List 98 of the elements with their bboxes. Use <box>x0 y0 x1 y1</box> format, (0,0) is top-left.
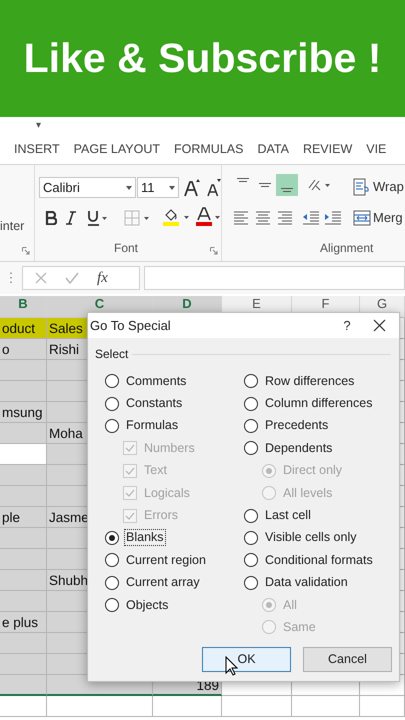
table-cell <box>0 381 47 402</box>
shrink-font-icon[interactable] <box>205 178 221 198</box>
option-label[interactable]: Current region <box>124 552 208 569</box>
option-label[interactable]: Last cell <box>263 507 313 524</box>
radio-button[interactable] <box>244 576 258 590</box>
align-left-icon[interactable] <box>232 209 250 227</box>
option-label[interactable]: Blanks <box>124 529 166 546</box>
merge-button[interactable]: Merg <box>353 208 403 228</box>
table-cell: o <box>0 339 47 360</box>
option-label[interactable]: Visible cells only <box>263 529 358 546</box>
option-label[interactable]: Conditional formats <box>263 552 375 569</box>
ribbon-tab[interactable]: INSERT <box>14 135 60 164</box>
ribbon-tab[interactable]: VIE <box>366 135 386 164</box>
customize-dropdown[interactable]: ▾ <box>36 121 41 131</box>
grow-font-icon[interactable] <box>183 178 201 198</box>
radio-button[interactable] <box>244 418 258 433</box>
table-cell <box>0 465 47 486</box>
insert-function-button[interactable]: fx <box>97 266 108 290</box>
dialog-launcher-icon[interactable] <box>22 247 30 255</box>
decrease-indent-icon[interactable] <box>302 209 320 227</box>
radio-button[interactable] <box>105 396 119 411</box>
radio-button[interactable] <box>244 374 258 388</box>
bold-icon[interactable] <box>45 211 57 225</box>
dialog-button[interactable]: OK <box>202 647 291 672</box>
column-header[interactable]: B <box>0 296 47 317</box>
font-name-field[interactable]: Calibri <box>39 177 136 198</box>
table-cell <box>0 633 47 654</box>
wrap-text-button[interactable]: Wrap <box>353 177 404 196</box>
group-label: Font <box>114 240 138 257</box>
dialog-button[interactable]: Cancel <box>303 647 392 672</box>
dialog-launcher-icon[interactable] <box>210 247 218 255</box>
table-cell <box>292 696 360 717</box>
table-cell <box>0 675 47 696</box>
increase-indent-icon[interactable] <box>324 209 342 227</box>
radio-button[interactable] <box>244 508 258 523</box>
radio-button[interactable] <box>105 598 119 612</box>
bottom-align-icon <box>281 188 293 192</box>
orientation-icon[interactable] <box>307 178 333 192</box>
format-painter-label[interactable]: inter <box>0 217 24 236</box>
option-label[interactable]: Objects <box>124 596 170 614</box>
radio-button[interactable] <box>105 576 119 590</box>
vertical-align-button[interactable] <box>276 174 298 196</box>
ribbon-tab[interactable]: FORMULAS <box>174 135 244 164</box>
mouse-pointer-icon <box>225 656 238 676</box>
check-icon[interactable] <box>65 272 79 284</box>
table-cell <box>0 549 47 570</box>
table-cell <box>0 528 47 549</box>
italic-icon[interactable] <box>66 211 76 225</box>
ribbon-tab[interactable]: PAGE LAYOUT <box>74 135 160 164</box>
top-align-icon <box>237 178 249 182</box>
table-cell <box>0 570 47 591</box>
option-label[interactable]: Dependents <box>263 440 334 457</box>
ribbon-tab[interactable]: DATA <box>257 135 289 164</box>
formula-input-field[interactable] <box>144 266 405 290</box>
radio-button[interactable] <box>105 553 119 568</box>
radio-button[interactable] <box>244 530 258 545</box>
group-label: Select <box>95 346 128 363</box>
merge-cells-icon[interactable] <box>353 208 371 227</box>
close-icon[interactable] <box>372 319 386 332</box>
middle-align-icon <box>259 183 271 187</box>
option-label[interactable]: Precedents <box>263 417 330 434</box>
radio-button[interactable] <box>244 553 258 568</box>
font-color-icon[interactable] <box>195 207 223 227</box>
option-label[interactable]: Column differences <box>263 395 374 412</box>
dropdown-arrow-icon[interactable] <box>126 186 132 190</box>
radio-button[interactable] <box>244 396 258 411</box>
radio-button[interactable] <box>105 530 119 545</box>
table-cell <box>0 486 47 507</box>
table-cell <box>0 654 47 675</box>
option-label[interactable]: Data validation <box>263 574 350 592</box>
table-cell: oduct <box>0 318 47 339</box>
table-cell <box>0 696 47 717</box>
help-button[interactable]: ? <box>335 316 359 336</box>
radio-button[interactable] <box>105 418 119 433</box>
table-cell <box>0 360 47 381</box>
banner-title: Like & Subscribe ! <box>24 38 382 79</box>
table-cell: ple <box>0 507 47 528</box>
radio-button[interactable] <box>105 374 119 388</box>
option-label[interactable]: Comments <box>124 372 188 390</box>
dropdown-arrow-icon[interactable] <box>169 186 175 190</box>
radio-button[interactable] <box>244 441 258 456</box>
align-right-icon[interactable] <box>276 209 294 227</box>
table-cell <box>153 696 222 717</box>
option-label[interactable]: Constants <box>124 395 184 412</box>
ribbon-tab[interactable]: REVIEW <box>302 135 352 164</box>
underline-icon[interactable] <box>87 210 107 226</box>
wrap-text-icon[interactable] <box>353 178 371 196</box>
table-cell: e plus <box>0 612 47 633</box>
table-cell <box>222 696 292 717</box>
fill-color-icon[interactable] <box>162 207 192 227</box>
table-cell <box>0 423 47 444</box>
font-size-field[interactable]: 11 <box>137 177 179 198</box>
table-cell <box>360 696 405 717</box>
align-center-icon[interactable] <box>254 209 272 227</box>
option-label[interactable]: Row differences <box>263 372 356 390</box>
group-label: Alignment <box>320 240 374 257</box>
table-cell <box>0 591 47 612</box>
table-cell: msung <box>0 402 47 423</box>
